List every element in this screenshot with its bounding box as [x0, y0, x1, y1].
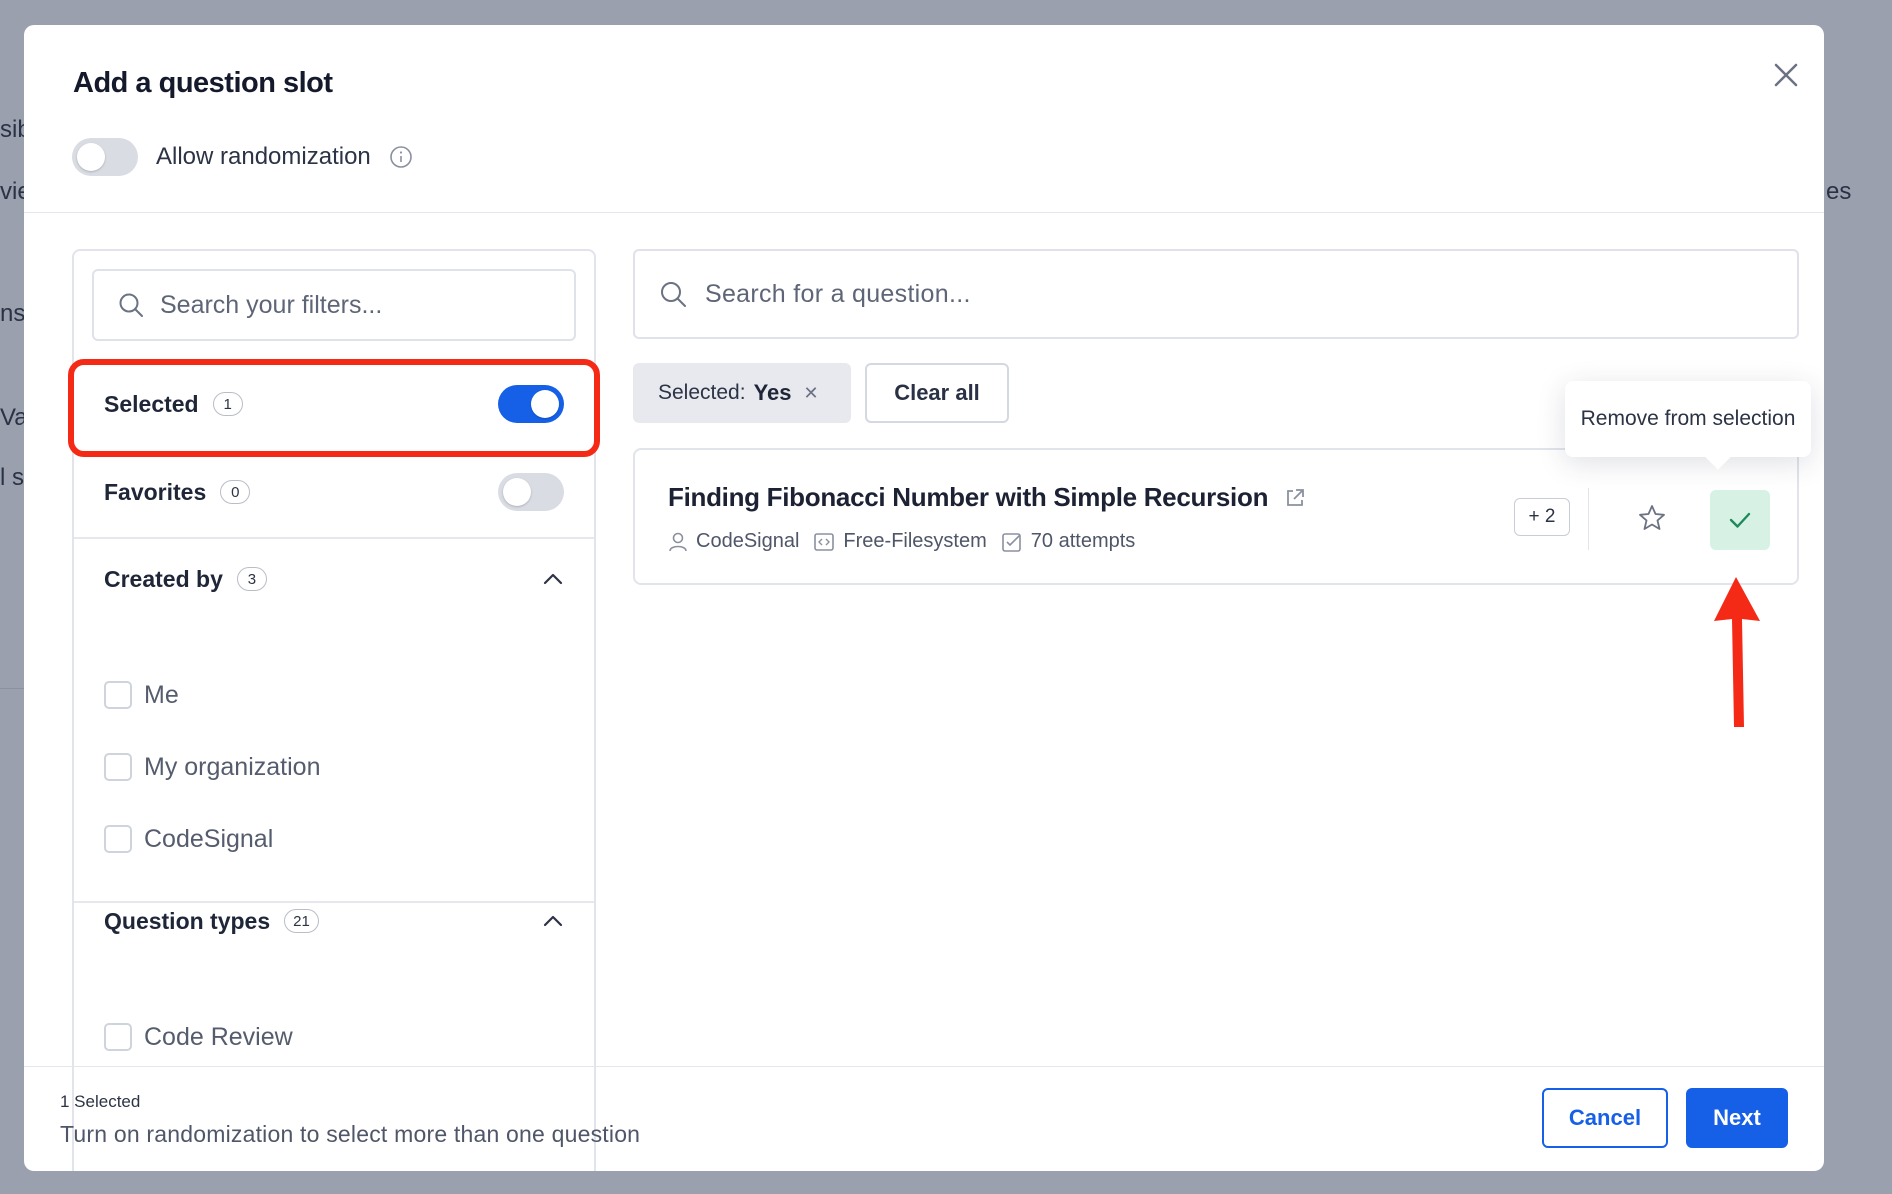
close-button[interactable]	[1764, 53, 1808, 97]
checkbox[interactable]	[104, 1023, 132, 1051]
randomization-toggle[interactable]	[72, 138, 138, 176]
background-text-fragment: l s	[0, 464, 24, 491]
add-question-slot-modal: Add a question slot Allow randomization …	[24, 25, 1824, 1171]
remove-from-selection-button[interactable]	[1710, 490, 1770, 550]
filter-favorites-row: Favorites 0	[74, 452, 594, 532]
modal-title: Add a question slot	[73, 67, 333, 99]
annotation-arrow	[1714, 577, 1760, 727]
option-label: CodeSignal	[144, 824, 274, 853]
search-icon	[119, 293, 143, 317]
created-by-option-organization[interactable]: My organization	[104, 747, 320, 787]
question-types-header[interactable]: Question types 21	[74, 881, 594, 961]
randomization-hint: Turn on randomization to select more tha…	[60, 1121, 641, 1147]
user-icon	[669, 532, 687, 551]
question-search-input[interactable]: Search for a question...	[633, 249, 1799, 339]
chevron-up-icon[interactable]	[542, 572, 564, 586]
question-meta: CodeSignal Free-Filesystem 70 attempts	[668, 530, 1149, 553]
option-label: My organization	[144, 752, 321, 781]
selected-count-text: 1 Selected	[60, 1092, 141, 1111]
author-label: CodeSignal	[696, 530, 800, 552]
background-divider	[0, 688, 24, 689]
annotation-highlight-box	[68, 359, 600, 457]
check-icon	[1729, 512, 1751, 528]
remove-selection-tooltip: Remove from selection	[1565, 381, 1811, 457]
filter-search-input[interactable]: Search your filters...	[92, 269, 576, 341]
created-by-label: Created by	[104, 565, 223, 592]
checkbox[interactable]	[104, 681, 132, 709]
next-button[interactable]: Next	[1686, 1088, 1788, 1148]
star-icon	[1639, 505, 1665, 530]
question-card[interactable]: Finding Fibonacci Number with Simple Rec…	[633, 448, 1799, 585]
card-divider	[1588, 488, 1589, 550]
question-author: CodeSignal	[668, 530, 799, 553]
created-by-option-codesignal[interactable]: CodeSignal	[104, 819, 273, 859]
active-filter-chip: Selected: Yes ✕	[633, 363, 851, 423]
background-text-fragment: ns	[0, 300, 26, 327]
chip-value: Yes	[753, 380, 792, 405]
randomization-label: Allow randomization	[156, 143, 371, 170]
question-search-placeholder: Search for a question...	[705, 279, 971, 308]
attempts-label: 70 attempts	[1030, 530, 1136, 552]
randomization-row: Allow randomization	[72, 137, 413, 177]
filter-panel: Search your filters... Selected 1 Favori…	[68, 249, 600, 1171]
close-icon	[1774, 63, 1798, 87]
option-label: Me	[144, 680, 179, 709]
remove-chip-icon[interactable]: ✕	[804, 383, 819, 404]
option-label: Code Review	[144, 1022, 293, 1051]
clear-all-button[interactable]: Clear all	[865, 363, 1009, 423]
footer-divider	[24, 1066, 1824, 1067]
filter-favorites-label: Favorites	[104, 478, 207, 505]
search-icon	[661, 282, 686, 307]
code-icon	[814, 532, 835, 551]
question-type-option-code-review[interactable]: Code Review	[104, 1017, 293, 1057]
created-by-header[interactable]: Created by 3	[74, 539, 594, 619]
extra-tags-badge[interactable]: + 2	[1514, 498, 1570, 536]
favorites-toggle[interactable]	[498, 473, 564, 511]
environment-label: Free-Filesystem	[843, 530, 987, 552]
header-divider	[24, 212, 1824, 213]
external-link-icon[interactable]	[1284, 487, 1306, 509]
filter-search-placeholder: Search your filters...	[160, 290, 383, 319]
question-title[interactable]: Finding Fibonacci Number with Simple Rec…	[668, 482, 1268, 513]
cancel-button[interactable]: Cancel	[1542, 1088, 1668, 1148]
chevron-up-icon[interactable]	[542, 914, 564, 928]
favorite-button[interactable]	[1624, 490, 1680, 546]
question-attempts: 70 attempts	[1001, 530, 1136, 553]
checkbox[interactable]	[104, 825, 132, 853]
question-environment: Free-Filesystem	[813, 530, 987, 553]
question-title-row: Finding Fibonacci Number with Simple Rec…	[668, 482, 1306, 513]
filter-favorites-count: 0	[220, 480, 251, 504]
chip-key: Selected:	[658, 381, 746, 404]
background-text-fragment: es	[1826, 178, 1852, 205]
question-types-label: Question types	[104, 907, 271, 934]
checkbox[interactable]	[104, 753, 132, 781]
created-by-option-me[interactable]: Me	[104, 675, 179, 715]
checklist-icon	[1001, 532, 1021, 552]
info-icon[interactable]	[389, 145, 413, 169]
created-by-count: 3	[236, 567, 267, 591]
question-types-count: 21	[284, 909, 319, 933]
